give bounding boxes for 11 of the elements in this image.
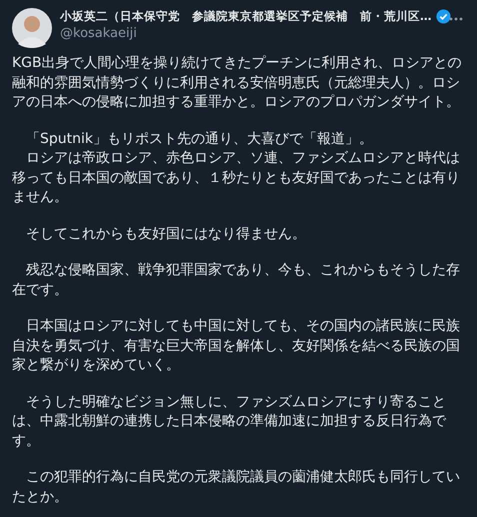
author-name[interactable]: 小坂英二（日本保守党 参議院東京都選挙区予定候補 前・荒川区… — [60, 9, 432, 24]
post-paragraph: この犯罪的行為に自民党の元衆議院議員の薗浦健太郎氏も同行していたとか。 — [12, 468, 461, 506]
author-handle[interactable]: @kosakaeiji — [60, 26, 431, 41]
post-paragraph: 日本国はロシアに対しても中国に対しても、その国内の諸民族に民族自決を勇気づけ、有害な巨大帝国を解体し、友好関係を結べる民族の国家と繋がりを深めていく。 — [12, 317, 461, 375]
post-paragraph: KGB出身で人間心理を操り続けてきたプーチンに利用され、ロシアとの融和的雰囲気情勢づくりに利用される安倍明恵氏（元総理夫人）。ロシアの日本への侵略に加担する重罪かと。ロシアのプロパガンダサイト。 — [12, 54, 463, 112]
post-paragraph: 「Sputnik」もリポスト先の通り、大喜びで「報道」。 — [25, 130, 374, 148]
avatar-icon[interactable] — [12, 8, 52, 48]
post-paragraph: そしてこれからも友好国にはなり得ません。 — [25, 224, 307, 244]
post-paragraph: 残忍な侵略国家、戦争犯罪国家であり、今も、これからもそうした存在です。 — [12, 261, 461, 300]
post-paragraph: そうした明確なビジョン無しに、ファシズムロシアにすり寄ることは、中露北朝鮮の連携した日本侵略の準備加速に加担する反日行為です。 — [12, 392, 448, 450]
post-paragraph: ロシアは帝政ロシア、赤色ロシア、ソ連、ファシズムロシアと時代は移っても日本国の敵国であり、１秒たりとも友好国であったことは有りません。 — [12, 149, 461, 207]
